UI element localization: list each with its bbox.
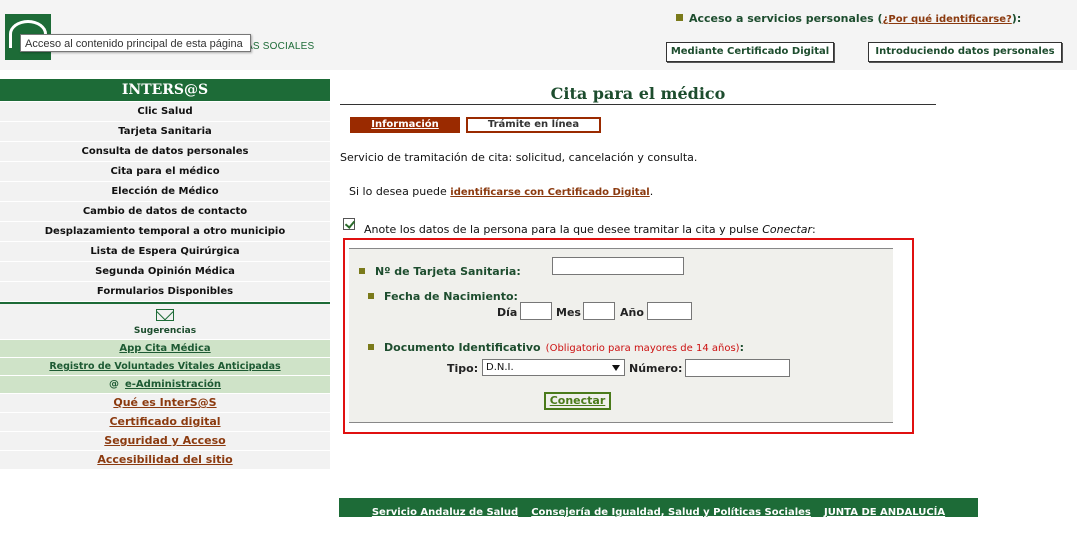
sidebar-item-lista-espera[interactable]: Lista de Espera Quirúrgica (0, 242, 330, 261)
identify-suffix: . (649, 185, 654, 198)
tarjeta-sanitaria-input[interactable] (552, 257, 684, 275)
dropdown-arrow-icon (612, 365, 620, 371)
que-es-intersas-link[interactable]: Qué es InterS@S (0, 394, 330, 412)
seguridad-acceso-link[interactable]: Seguridad y Acceso (0, 432, 330, 450)
footer-link-consejeria[interactable]: Consejería de Igualdad, Salud y Política… (531, 507, 811, 518)
sidebar-item-tarjeta-sanitaria[interactable]: Tarjeta Sanitaria (0, 122, 330, 141)
mes-label: Mes (556, 306, 581, 319)
bullet-icon (368, 344, 374, 350)
anio-label: Año (620, 306, 644, 319)
tab-informacion[interactable]: Información (350, 117, 460, 133)
skip-to-content-tooltip: Acceso al contenido principal de esta pá… (20, 34, 251, 52)
tipo-value: D.N.I. (486, 362, 514, 373)
fecha-label: Fecha de Nacimiento: (384, 290, 518, 303)
page-title: Cita para el médico (340, 84, 936, 105)
documento-label: Documento Identificativo (384, 341, 541, 354)
sidebar: INTERS@S Clic Salud Tarjeta Sanitaria Co… (0, 79, 330, 469)
sidebar-item-cambio-contacto[interactable]: Cambio de datos de contacto (0, 202, 330, 221)
suggestions-label: Sugerencias (133, 326, 197, 336)
mes-input[interactable] (583, 302, 615, 320)
footer-link-junta[interactable]: JUNTA DE ANDALUCÍA (824, 507, 945, 518)
sidebar-item-formularios[interactable]: Formularios Disponibles (0, 282, 330, 301)
tarjeta-row: Nº de Tarjeta Sanitaria: (359, 260, 521, 279)
tipo-label: Tipo: (447, 362, 479, 375)
sidebar-item-desplazamiento[interactable]: Desplazamiento temporal a otro municipio (0, 222, 330, 241)
certificado-digital-link[interactable]: Certificado digital (0, 413, 330, 431)
anio-input[interactable] (647, 302, 692, 320)
bullet-icon (676, 14, 683, 21)
checklist-icon (343, 218, 355, 230)
note-suffix: : (811, 223, 816, 236)
paren-close: ): (1011, 12, 1022, 25)
conectar-button[interactable]: Conectar (544, 392, 611, 410)
documento-row: Documento Identificativo (Obligatorio pa… (368, 336, 744, 355)
sidebar-item-eleccion-medico[interactable]: Elección de Médico (0, 182, 330, 201)
certificate-login-button[interactable]: Mediante Certificado Digital (666, 42, 834, 62)
bullet-icon (359, 268, 365, 274)
dia-label: Día (497, 306, 518, 319)
why-identify-link[interactable]: ¿Por qué identificarse? (883, 14, 1012, 25)
sidebar-item-consulta-datos[interactable]: Consulta de datos personales (0, 142, 330, 161)
sidebar-title: INTERS@S (0, 79, 330, 101)
suggestions-link[interactable]: Sugerencias (0, 302, 330, 339)
footer-link-sas[interactable]: Servicio Andaluz de Salud (372, 507, 518, 518)
tab-tramite-en-linea[interactable]: Trámite en línea (466, 117, 601, 133)
numero-label: Número: (629, 362, 683, 375)
registro-voluntades-link[interactable]: Registro de Voluntades Vitales Anticipad… (0, 358, 330, 375)
documento-colon: : (739, 341, 744, 354)
sidebar-item-clic-salud[interactable]: Clic Salud (0, 102, 330, 121)
dia-input[interactable] (520, 302, 552, 320)
identify-certificate-link[interactable]: identificarse con Certificado Digital (450, 187, 649, 198)
note-prefix: Anote los datos de la persona para la qu… (364, 223, 759, 236)
instruction-note: Anote los datos de la persona para la qu… (364, 223, 816, 236)
note-emphasis: Conectar (762, 223, 812, 236)
footer-bar: Servicio Andaluz de Salud Consejería de … (339, 498, 978, 518)
fecha-row: Fecha de Nacimiento: (368, 285, 518, 304)
logo-text: AS SOCIALES (246, 41, 315, 52)
sidebar-item-segunda-opinion[interactable]: Segunda Opinión Médica (0, 262, 330, 281)
service-description: Servicio de tramitación de cita: solicit… (340, 151, 698, 164)
accesibilidad-link[interactable]: Accesibilidad del sitio (0, 451, 330, 469)
tipo-select[interactable]: D.N.I. (482, 359, 625, 376)
e-administracion-label: e-Administración (125, 379, 221, 390)
at-icon: @ (109, 379, 119, 390)
numero-input[interactable] (685, 359, 790, 377)
access-services-line: Acceso a servicios personales (¿Por qué … (676, 12, 1021, 25)
personal-data-login-button[interactable]: Introduciendo datos personales (868, 42, 1062, 62)
tarjeta-label: Nº de Tarjeta Sanitaria: (375, 265, 521, 278)
sidebar-item-cita-medico[interactable]: Cita para el médico (0, 162, 330, 181)
identify-prefix: Si lo desea puede (349, 185, 447, 198)
bullet-icon (368, 293, 374, 299)
app-cita-medica-link[interactable]: App Cita Médica (0, 340, 330, 357)
documento-note: (Obligatorio para mayores de 14 años) (545, 343, 740, 354)
mail-icon (156, 309, 174, 321)
e-administracion-link[interactable]: @ e-Administración (0, 376, 330, 393)
identify-line: Si lo desea puede identificarse con Cert… (349, 185, 653, 198)
access-text: Acceso a servicios personales (689, 12, 874, 25)
